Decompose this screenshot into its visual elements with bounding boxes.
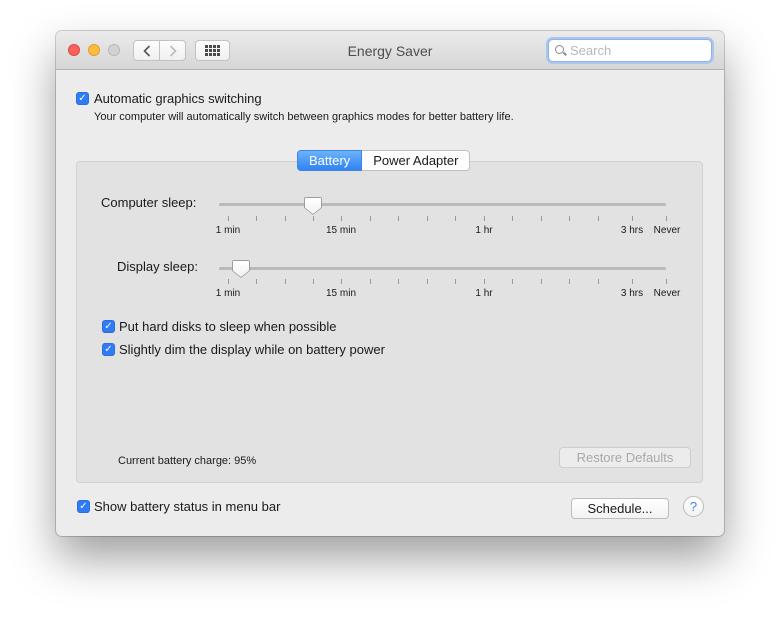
- graphics-switching-checkbox[interactable]: ✓: [76, 92, 89, 105]
- tick-label: 3 hrs: [620, 288, 644, 299]
- search-input[interactable]: [570, 43, 700, 58]
- schedule-button[interactable]: Schedule...: [571, 498, 669, 519]
- tick-label: 3 hrs: [620, 225, 644, 236]
- show-battery-status-checkbox[interactable]: ✓: [77, 500, 90, 513]
- tab-power-adapter[interactable]: Power Adapter: [362, 150, 471, 171]
- title-bar: Energy Saver: [56, 31, 724, 70]
- hard-disks-sleep-label: Put hard disks to sleep when possible: [119, 319, 337, 334]
- tick-label: Never: [653, 225, 681, 236]
- graphics-switching-label: Automatic graphics switching: [94, 91, 262, 106]
- dim-display-label: Slightly dim the display while on batter…: [119, 342, 385, 357]
- show-battery-status-label: Show battery status in menu bar: [94, 499, 281, 514]
- computer-sleep-label: Computer sleep:: [101, 195, 197, 210]
- search-field[interactable]: [548, 39, 712, 62]
- battery-charge-status: Current battery charge: 95%: [118, 455, 257, 467]
- tick-label: 1 hr: [475, 288, 493, 299]
- display-sleep-label: Display sleep:: [117, 259, 198, 274]
- tick-label: 1 min: [215, 288, 241, 299]
- tab-battery[interactable]: Battery: [297, 150, 363, 171]
- help-icon: ?: [689, 499, 698, 514]
- display-sleep-slider-thumb[interactable]: [232, 260, 250, 278]
- graphics-switching-description: Your computer will automatically switch …: [94, 111, 514, 123]
- dim-display-checkbox[interactable]: ✓: [102, 343, 115, 356]
- search-icon: [555, 45, 567, 56]
- tick-label: 1 hr: [475, 225, 493, 236]
- computer-sleep-slider-thumb[interactable]: [304, 197, 322, 215]
- display-sleep-track[interactable]: [219, 267, 666, 270]
- help-button[interactable]: ?: [683, 496, 704, 517]
- tick-label: 1 min: [215, 225, 241, 236]
- power-source-tabs: Battery Power Adapter: [297, 150, 471, 171]
- tick-label: 15 min: [325, 225, 357, 236]
- energy-saver-window: Energy Saver ✓ Automatic graphics switch…: [56, 31, 724, 536]
- computer-sleep-track[interactable]: [219, 203, 666, 206]
- tick-label: Never: [653, 288, 681, 299]
- restore-defaults-button[interactable]: Restore Defaults: [559, 447, 691, 468]
- hard-disks-sleep-checkbox[interactable]: ✓: [102, 320, 115, 333]
- tick-label: 15 min: [325, 288, 357, 299]
